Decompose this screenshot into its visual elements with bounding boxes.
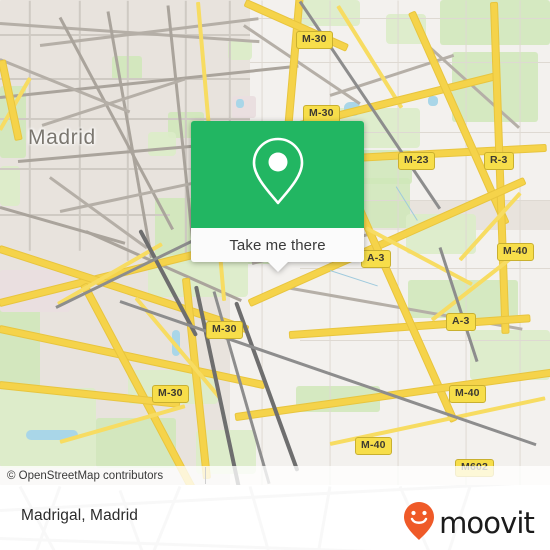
road-shield-m23[interactable]: M-23 xyxy=(398,152,435,170)
place-name-label: Madrigal, Madrid xyxy=(21,507,139,524)
minor-road xyxy=(300,268,550,270)
road-shield-m40[interactable]: M-40 xyxy=(355,437,392,455)
road-shield-m30[interactable]: M-30 xyxy=(206,321,243,339)
road-shield-m30[interactable]: M-30 xyxy=(296,31,333,49)
moovit-wordmark: moovit xyxy=(439,506,535,540)
park-area xyxy=(148,132,176,156)
map-attribution-bar: © OpenStreetMap contributors xyxy=(0,466,550,485)
popup-pointer xyxy=(266,261,289,272)
footer-bar: Madrigal, Madrid moovit xyxy=(0,485,550,550)
minor-road xyxy=(185,0,187,261)
map-pin-icon xyxy=(248,135,308,214)
osm-attribution-text[interactable]: © OpenStreetMap contributors xyxy=(0,470,163,482)
map-label-madrid: Madrid xyxy=(28,126,96,149)
road-shield-m30[interactable]: M-30 xyxy=(152,385,189,403)
moovit-logo[interactable]: moovit xyxy=(402,501,535,546)
moovit-map-screenshot: Madrid M-30 M-30 M-23 R-3 A-3 M-40 A-3 M… xyxy=(0,0,550,550)
road-shield-a3[interactable]: A-3 xyxy=(446,313,476,331)
location-popup-card[interactable]: Take me there xyxy=(191,121,364,272)
park-area xyxy=(228,40,252,60)
minor-road xyxy=(0,78,250,80)
moovit-smiley-pin-icon xyxy=(402,501,436,546)
take-me-there-label: Take me there xyxy=(229,236,326,254)
take-me-there-button[interactable]: Take me there xyxy=(191,228,364,272)
road-shield-r3[interactable]: R-3 xyxy=(484,152,514,170)
water-body xyxy=(236,99,244,108)
attribution-divider xyxy=(205,467,206,484)
park-area xyxy=(0,166,20,206)
road-shield-a3[interactable]: A-3 xyxy=(361,250,391,268)
road-shield-m40[interactable]: M-40 xyxy=(449,385,486,403)
park-area xyxy=(0,388,96,468)
minor-road xyxy=(300,340,550,342)
landuse-industrial xyxy=(232,96,256,118)
map-canvas[interactable]: Madrid M-30 M-30 M-23 R-3 A-3 M-40 A-3 M… xyxy=(0,0,550,485)
water-body xyxy=(428,96,438,106)
road-shield-m40[interactable]: M-40 xyxy=(497,243,534,261)
popup-pin-panel xyxy=(191,121,364,228)
park-area xyxy=(0,300,40,390)
